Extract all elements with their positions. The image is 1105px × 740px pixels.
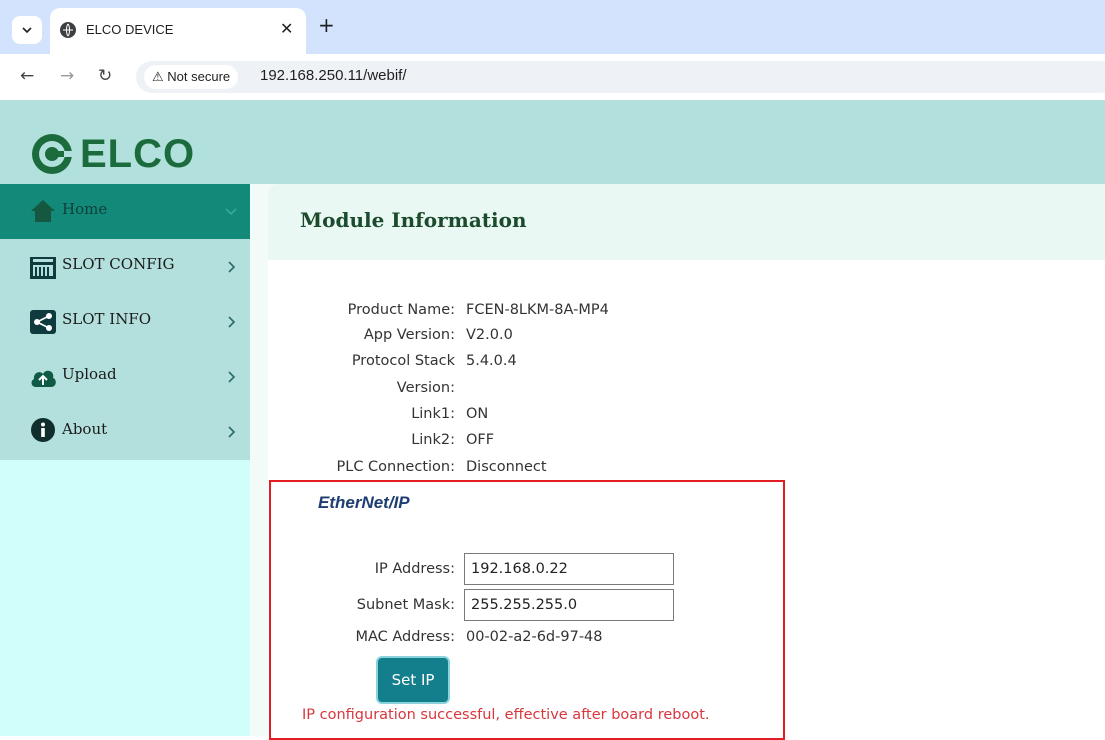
omnibox[interactable]: ⚠ Not secure 192.168.250.11/webif/ bbox=[136, 61, 1105, 93]
cloud-upload-icon bbox=[31, 370, 56, 387]
page-title: Module Information bbox=[300, 208, 527, 232]
link2-label: Link2: bbox=[411, 432, 455, 448]
mac-address-label: MAC Address: bbox=[355, 629, 455, 645]
protocol-stack-label-line2: Version: bbox=[396, 380, 455, 396]
chevron-down-icon bbox=[22, 27, 32, 34]
product-name-value: FCEN-8LKM-8A-MP4 bbox=[466, 302, 609, 318]
slot-config-icon bbox=[30, 257, 56, 279]
sidebar-item-label: Upload bbox=[62, 365, 117, 383]
security-label: Not secure bbox=[167, 69, 231, 84]
warning-icon: ⚠ bbox=[152, 69, 164, 84]
browser-tab[interactable]: ELCO DEVICE ✕ bbox=[50, 8, 306, 54]
security-chip[interactable]: ⚠ Not secure bbox=[144, 65, 239, 89]
sidebar-item-label: Home bbox=[62, 200, 108, 218]
ip-address-input[interactable] bbox=[464, 553, 674, 585]
subnet-mask-label: Subnet Mask: bbox=[356, 597, 455, 613]
back-arrow-icon[interactable]: ← bbox=[20, 64, 34, 88]
link1-value: ON bbox=[466, 406, 489, 422]
sidebar-item-home[interactable]: Home bbox=[0, 184, 250, 239]
reload-icon[interactable]: ↻ bbox=[98, 64, 112, 88]
sidebar-item-upload[interactable]: Upload bbox=[0, 349, 250, 404]
ethernet-ip-logo: EtherNet/IP bbox=[318, 493, 410, 512]
url-text[interactable]: 192.168.250.11/webif/ bbox=[260, 67, 407, 84]
sidebar-item-about[interactable]: About bbox=[0, 404, 250, 459]
sidebar-item-label: SLOT CONFIG bbox=[62, 255, 175, 273]
sidebar-item-slot-info[interactable]: SLOT INFO bbox=[0, 294, 250, 349]
mac-address-value: 00-02-a2-6d-97-48 bbox=[466, 629, 603, 645]
chevron-down-icon bbox=[225, 208, 237, 216]
address-bar-row: ← → ↻ ⚠ Not secure 192.168.250.11/webif/ bbox=[0, 54, 1105, 101]
globe-icon bbox=[60, 22, 76, 38]
info-icon bbox=[31, 418, 55, 442]
tab-title: ELCO DEVICE bbox=[86, 22, 174, 37]
app-version-label: App Version: bbox=[363, 327, 455, 343]
forward-arrow-icon[interactable]: → bbox=[60, 64, 74, 88]
site-header: ELCO bbox=[0, 100, 1105, 184]
product-name-label: Product Name: bbox=[347, 302, 455, 318]
set-ip-button[interactable]: Set IP bbox=[376, 656, 450, 704]
home-icon bbox=[31, 200, 55, 222]
logo-text: ELCO bbox=[80, 132, 196, 176]
ip-address-label: IP Address: bbox=[374, 561, 455, 577]
status-message: IP configuration successful, effective a… bbox=[302, 707, 710, 723]
link2-value: OFF bbox=[466, 432, 495, 448]
sidebar-menu: Home SLOT CONFIG SLOT INFO Upload About bbox=[0, 184, 250, 460]
sidebar-item-label: SLOT INFO bbox=[62, 310, 152, 328]
sidebar: Home SLOT CONFIG SLOT INFO Upload About bbox=[0, 184, 250, 736]
elco-logo-icon bbox=[32, 134, 74, 174]
browser-tab-strip: ELCO DEVICE ✕ + bbox=[0, 0, 1105, 54]
protocol-stack-label: Protocol Stack bbox=[351, 353, 455, 369]
panel-header: Module Information bbox=[268, 184, 1105, 260]
new-tab-icon[interactable]: + bbox=[318, 14, 335, 36]
sidebar-item-label: About bbox=[62, 420, 108, 438]
chevron-right-icon bbox=[228, 261, 236, 273]
close-tab-icon[interactable]: ✕ bbox=[280, 19, 293, 38]
protocol-stack-value: 5.4.0.4 bbox=[466, 353, 517, 369]
sidebar-item-slot-config[interactable]: SLOT CONFIG bbox=[0, 239, 250, 294]
share-icon bbox=[30, 310, 56, 334]
plc-connection-value: Disconnect bbox=[466, 459, 547, 475]
subnet-mask-input[interactable] bbox=[464, 589, 674, 621]
plc-connection-label: PLC Connection: bbox=[336, 459, 456, 475]
tab-search-button[interactable] bbox=[12, 16, 42, 44]
app-version-value: V2.0.0 bbox=[466, 327, 513, 343]
link1-label: Link1: bbox=[411, 406, 455, 422]
